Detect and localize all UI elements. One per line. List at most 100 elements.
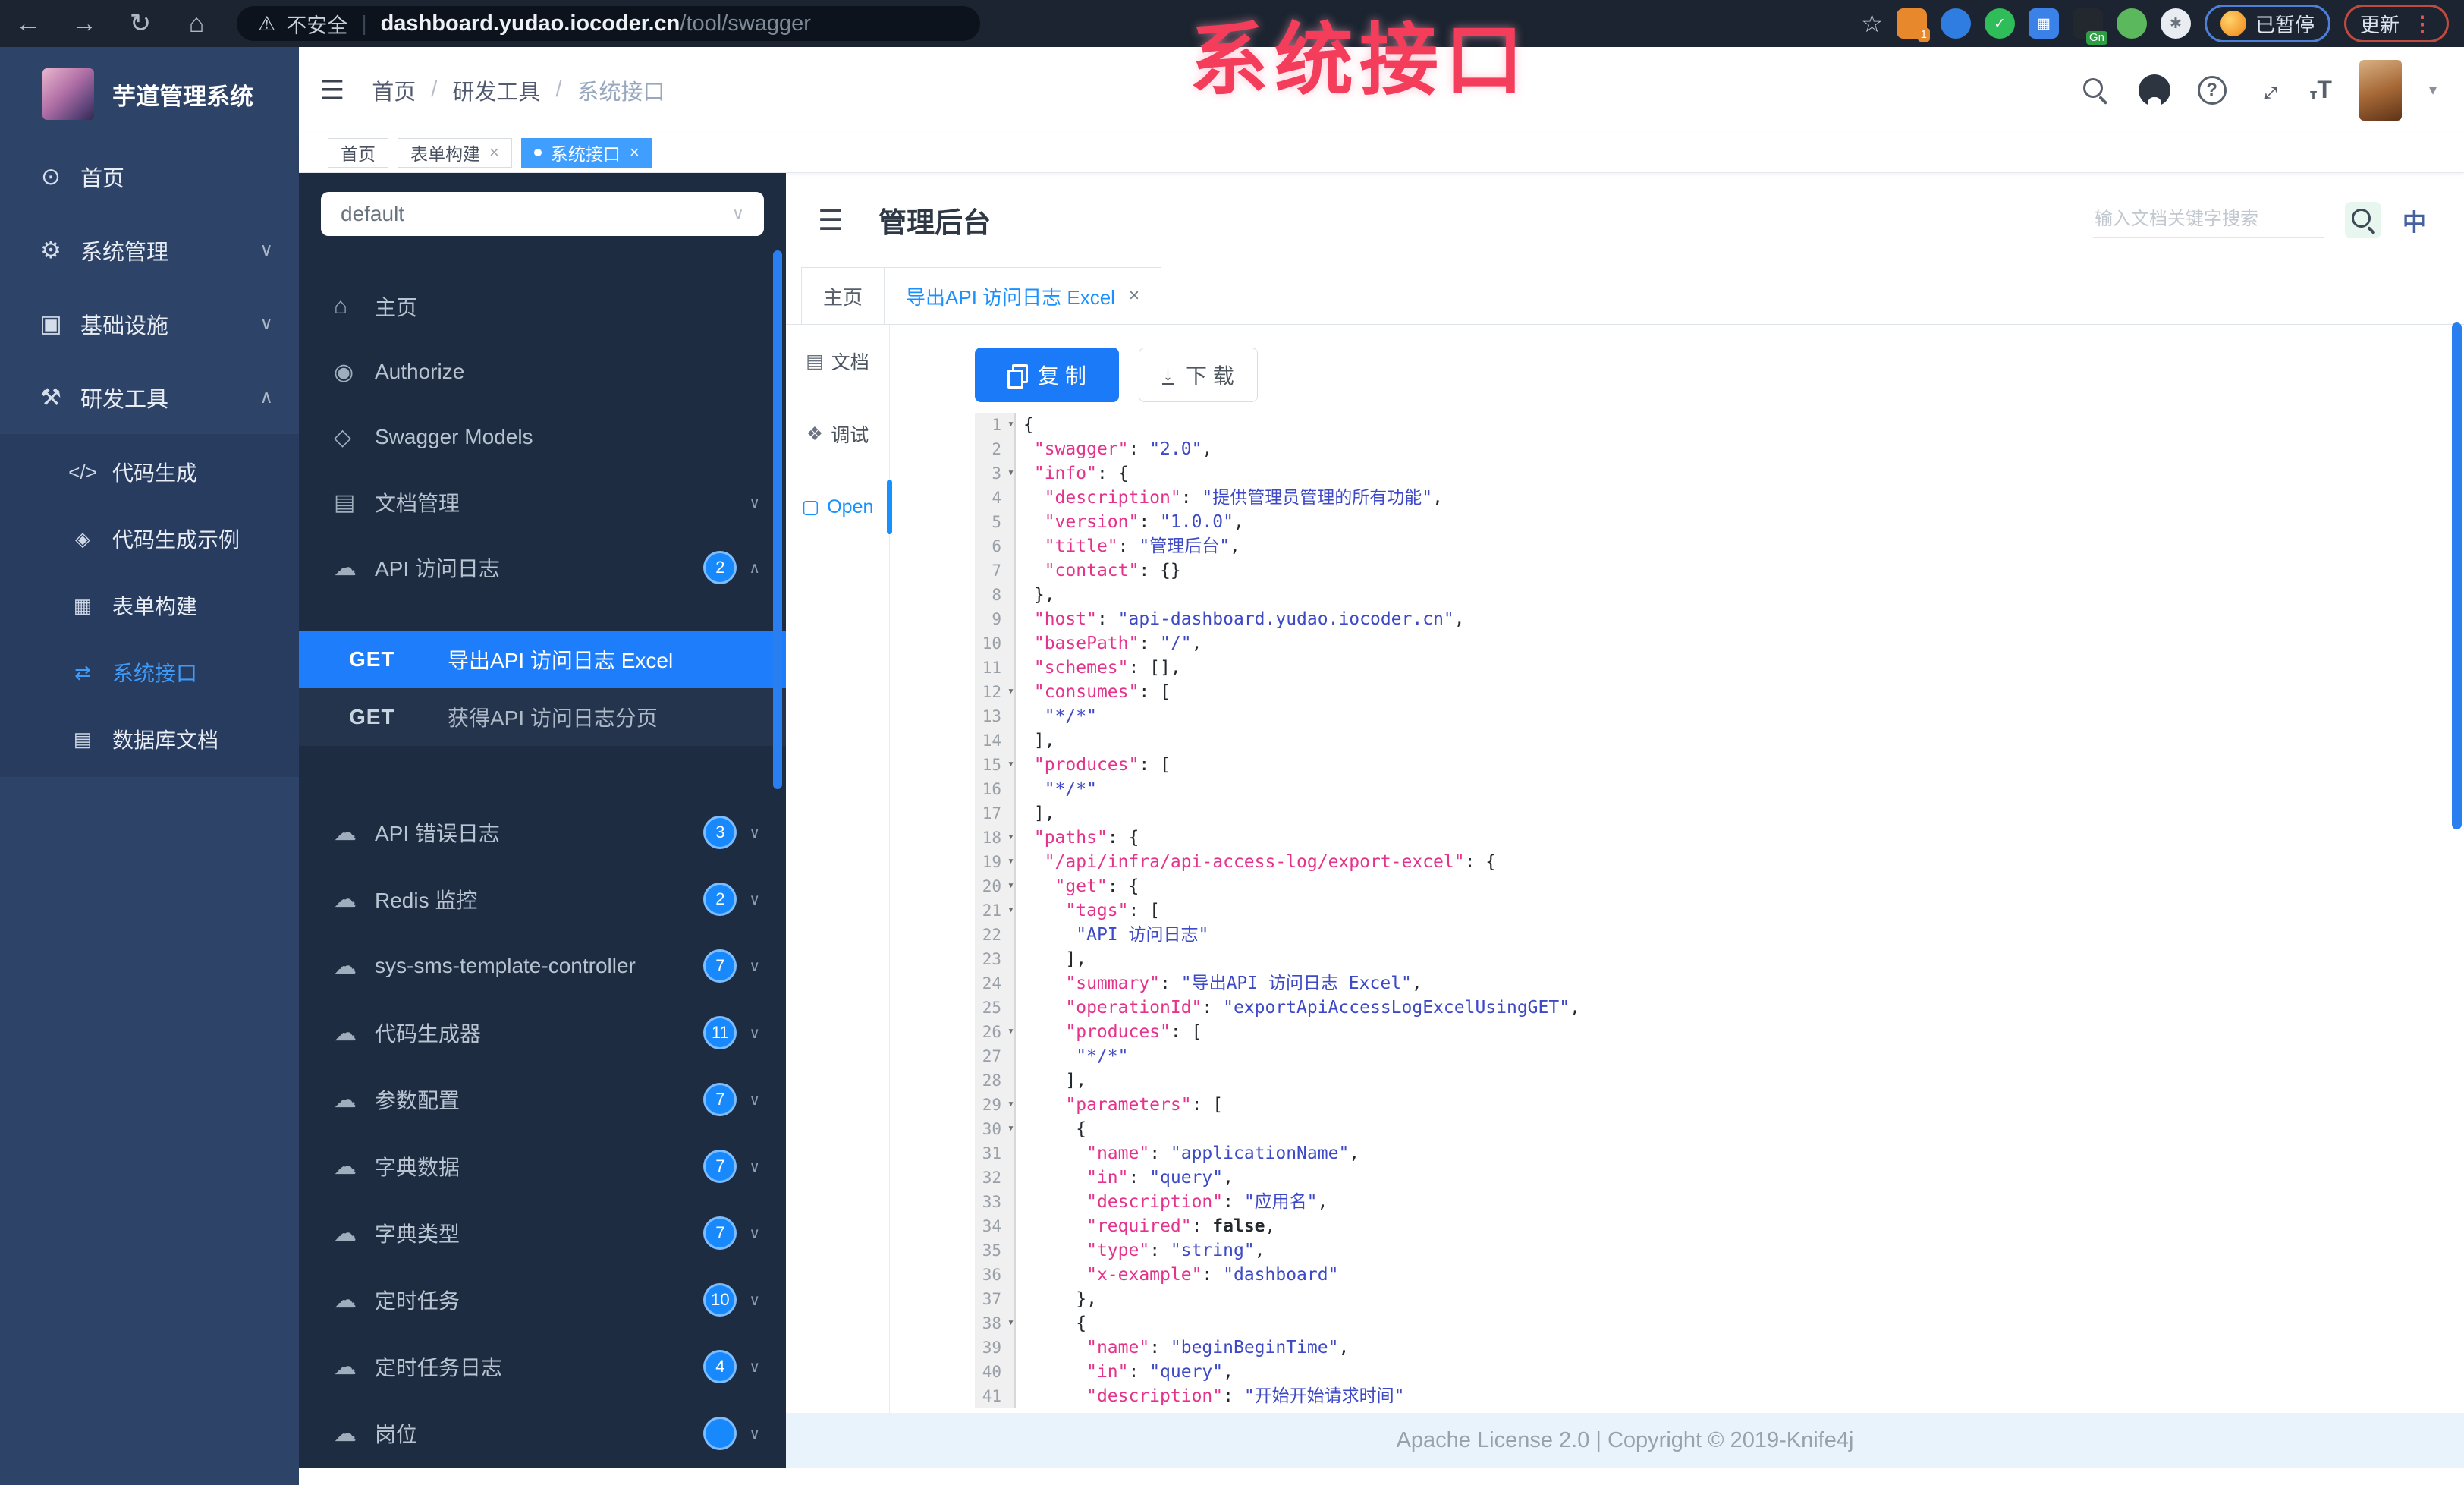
fold-icon[interactable]: ▾ (1007, 1091, 1014, 1115)
breadcrumb: 首页 / 研发工具 / 系统接口 (372, 74, 665, 106)
extension-grid-icon[interactable]: ▦ (2028, 8, 2059, 39)
user-avatar[interactable] (2359, 59, 2402, 121)
controller-代码生成器[interactable]: ☁ 代码生成器 11 ∨ (299, 999, 786, 1066)
breadcrumb-devtools[interactable]: 研发工具 (452, 74, 540, 106)
sidebar-item-首页[interactable]: ⊙ 首页 (0, 140, 299, 213)
close-icon[interactable]: × (489, 143, 499, 162)
swagger-menu-Swagger Models[interactable]: ◇ Swagger Models (299, 404, 786, 470)
doc-tab-主页[interactable]: 主页 (801, 267, 885, 324)
controller-sys-sms-template-controller[interactable]: ☁ sys-sms-template-controller 7 ∨ (299, 933, 786, 999)
bookmark-star-icon[interactable]: ☆ (1861, 9, 1883, 38)
sidebar-subitem-系统接口[interactable]: ⇄ 系统接口 (0, 639, 299, 706)
code-text: "contact": {} (1044, 561, 1181, 580)
operation-row[interactable]: GET 导出API 访问日志 Excel (299, 631, 786, 688)
code-editor[interactable]: 1 ▾{2 "swagger": "2.0", 3 ▾ "info": {4 "des… (975, 413, 2464, 1408)
side-tab-调试[interactable]: ❖ 调试 (786, 398, 889, 470)
update-button[interactable]: 更新 ⋮ (2343, 5, 2449, 42)
chevron-down-icon: ∨ (749, 1024, 760, 1042)
doc-search-icon[interactable] (2345, 202, 2381, 238)
page-scrollbar-thumb[interactable] (2452, 322, 2462, 829)
home-icon[interactable]: ⌂ (168, 9, 225, 39)
controller-岗位[interactable]: ☁ 岗位 ∨ (299, 1400, 786, 1467)
fold-icon[interactable]: ▾ (1007, 1310, 1014, 1334)
doc-search-input[interactable] (2093, 202, 2324, 238)
swagger-menu-主页[interactable]: ⌂ 主页 (299, 274, 786, 339)
swagger-controllers: ☁ API 错误日志 3 ∨ ☁ Redis 监控 2 ∨ ☁ sys-sms-template-… (299, 799, 786, 1467)
fullscreen-icon[interactable]: ↔ (2246, 68, 2290, 112)
extension-gn-icon[interactable]: Gn (2072, 8, 2107, 45)
line-number: 19 ▾ (975, 850, 1016, 874)
github-icon[interactable] (2138, 74, 2170, 106)
swagger-menu-API 访问日志[interactable]: ☁ API 访问日志 2 ∧ (299, 535, 786, 600)
fold-icon[interactable]: ▾ (1007, 1018, 1014, 1043)
fold-icon[interactable]: ▾ (1007, 824, 1014, 848)
font-size-icon[interactable]: тT (2310, 76, 2332, 104)
controller-API 错误日志[interactable]: ☁ API 错误日志 3 ∨ (299, 799, 786, 866)
extension-green-circle-icon[interactable]: ✓ (1984, 8, 2015, 39)
fold-icon[interactable]: ▾ (1007, 897, 1014, 921)
fold-icon[interactable]: ▾ (1007, 873, 1014, 897)
doc-tab-导出API 访问日志 Excel[interactable]: 导出API 访问日志 Excel × (884, 267, 1161, 324)
fold-icon[interactable]: ▾ (1007, 848, 1014, 873)
browser-actions: ☆ 1 ✓ ▦ Gn ✱ 已暂停 更新 ⋮ (1861, 5, 2464, 45)
sidebar-subitem-代码生成示例[interactable]: ◈ 代码生成示例 (0, 505, 299, 572)
reload-icon[interactable]: ↻ (112, 8, 168, 39)
profile-paused-pill[interactable]: 已暂停 (2204, 5, 2330, 42)
swagger-group-select[interactable]: default ∨ (321, 192, 764, 236)
open-tab-icon: ▢ (801, 496, 820, 518)
editor-toolbar: 复 制 ↓ 下 载 (975, 348, 2464, 402)
page-root: ← → ↻ ⌂ ⚠ 不安全 | dashboard.yudao.iocoder.… (0, 0, 2464, 1485)
side-tab-文档[interactable]: ▤ 文档 (786, 325, 889, 398)
controller-label: 字典类型 (375, 1222, 460, 1246)
controller-参数配置[interactable]: ☁ 参数配置 7 ∨ (299, 1066, 786, 1133)
side-tab-Open[interactable]: ▢ Open (786, 470, 892, 543)
extension-paw-icon[interactable]: ✱ (2160, 8, 2191, 39)
sidebar-subitem-代码生成[interactable]: </> 代码生成 (0, 439, 299, 505)
sidebar-subitem-表单构建[interactable]: ▦ 表单构建 (0, 572, 299, 639)
extension-puzzle-icon[interactable]: 1 (1896, 8, 1930, 42)
breadcrumb-home[interactable]: 首页 (372, 74, 416, 106)
language-toggle-icon[interactable]: 中 (2403, 203, 2426, 238)
fold-icon[interactable]: ▾ (1007, 1115, 1014, 1140)
fold-icon[interactable]: ▾ (1007, 460, 1014, 484)
close-icon[interactable]: × (1129, 285, 1139, 307)
operation-row[interactable]: GET 获得API 访问日志分页 (299, 688, 786, 746)
panel-collapse-icon[interactable]: ☰ (818, 203, 844, 238)
chevron-down-icon[interactable]: ▾ (2429, 80, 2437, 99)
extension-leaf-icon[interactable] (2116, 8, 2147, 39)
tag-表单构建[interactable]: 表单构建 × (398, 137, 512, 168)
browser-menu-icon[interactable]: ⋮ (2412, 11, 2433, 36)
panel-scrollbar-thumb[interactable] (773, 250, 782, 789)
controller-定时任务日志[interactable]: ☁ 定时任务日志 4 ∨ (299, 1333, 786, 1400)
fold-icon[interactable]: ▾ (1007, 751, 1014, 776)
swagger-menu-Authorize[interactable]: ◉ Authorize (299, 339, 786, 404)
doc-main: ☰ 管理后台 中 主页 导出API 访问日志 Excel × ▤ 文档 ❖ 调试 ▢ Open… (786, 173, 2464, 1413)
tag-系统接口[interactable]: 系统接口 × (520, 137, 652, 168)
help-icon[interactable]: ? (2197, 75, 2227, 105)
address-bar[interactable]: ⚠ 不安全 | dashboard.yudao.iocoder.cn /tool… (237, 6, 980, 41)
copy-button[interactable]: 复 制 (975, 348, 1119, 402)
sidebar-item-基础设施[interactable]: ▣ 基础设施 ∨ (0, 287, 299, 360)
controller-字典类型[interactable]: ☁ 字典类型 7 ∨ (299, 1200, 786, 1266)
controller-定时任务[interactable]: ☁ 定时任务 10 ∨ (299, 1266, 786, 1333)
download-button[interactable]: ↓ 下 载 (1139, 348, 1258, 402)
sidebar-item-研发工具[interactable]: ⚒ 研发工具 ∧ (0, 360, 299, 434)
back-icon[interactable]: ← (0, 9, 56, 39)
swagger-menu-文档管理[interactable]: ▤ 文档管理 ∨ (299, 470, 786, 535)
sidebar-subitem-数据库文档[interactable]: ▤ 数据库文档 (0, 706, 299, 772)
controller-字典数据[interactable]: ☁ 字典数据 7 ∨ (299, 1133, 786, 1200)
security-label[interactable]: 不安全 (286, 9, 347, 39)
sidebar-collapse-icon[interactable]: ☰ (320, 74, 344, 106)
profile-avatar-icon (2220, 11, 2246, 36)
sidebar-item-系统管理[interactable]: ⚙ 系统管理 ∨ (0, 213, 299, 287)
sidebar-subitem-label: 代码生成 (112, 461, 198, 485)
fold-icon[interactable]: ▾ (1007, 678, 1014, 703)
fold-icon[interactable]: ▾ (1007, 411, 1014, 436)
chevron-down-icon: ∨ (259, 240, 273, 260)
extension-pin-icon[interactable] (1940, 8, 1971, 39)
forward-icon[interactable]: → (56, 9, 112, 39)
close-icon[interactable]: × (630, 143, 640, 162)
controller-Redis 监控[interactable]: ☁ Redis 监控 2 ∨ (299, 866, 786, 933)
tag-首页[interactable]: 首页 (328, 137, 388, 168)
search-icon[interactable] (2079, 74, 2111, 106)
